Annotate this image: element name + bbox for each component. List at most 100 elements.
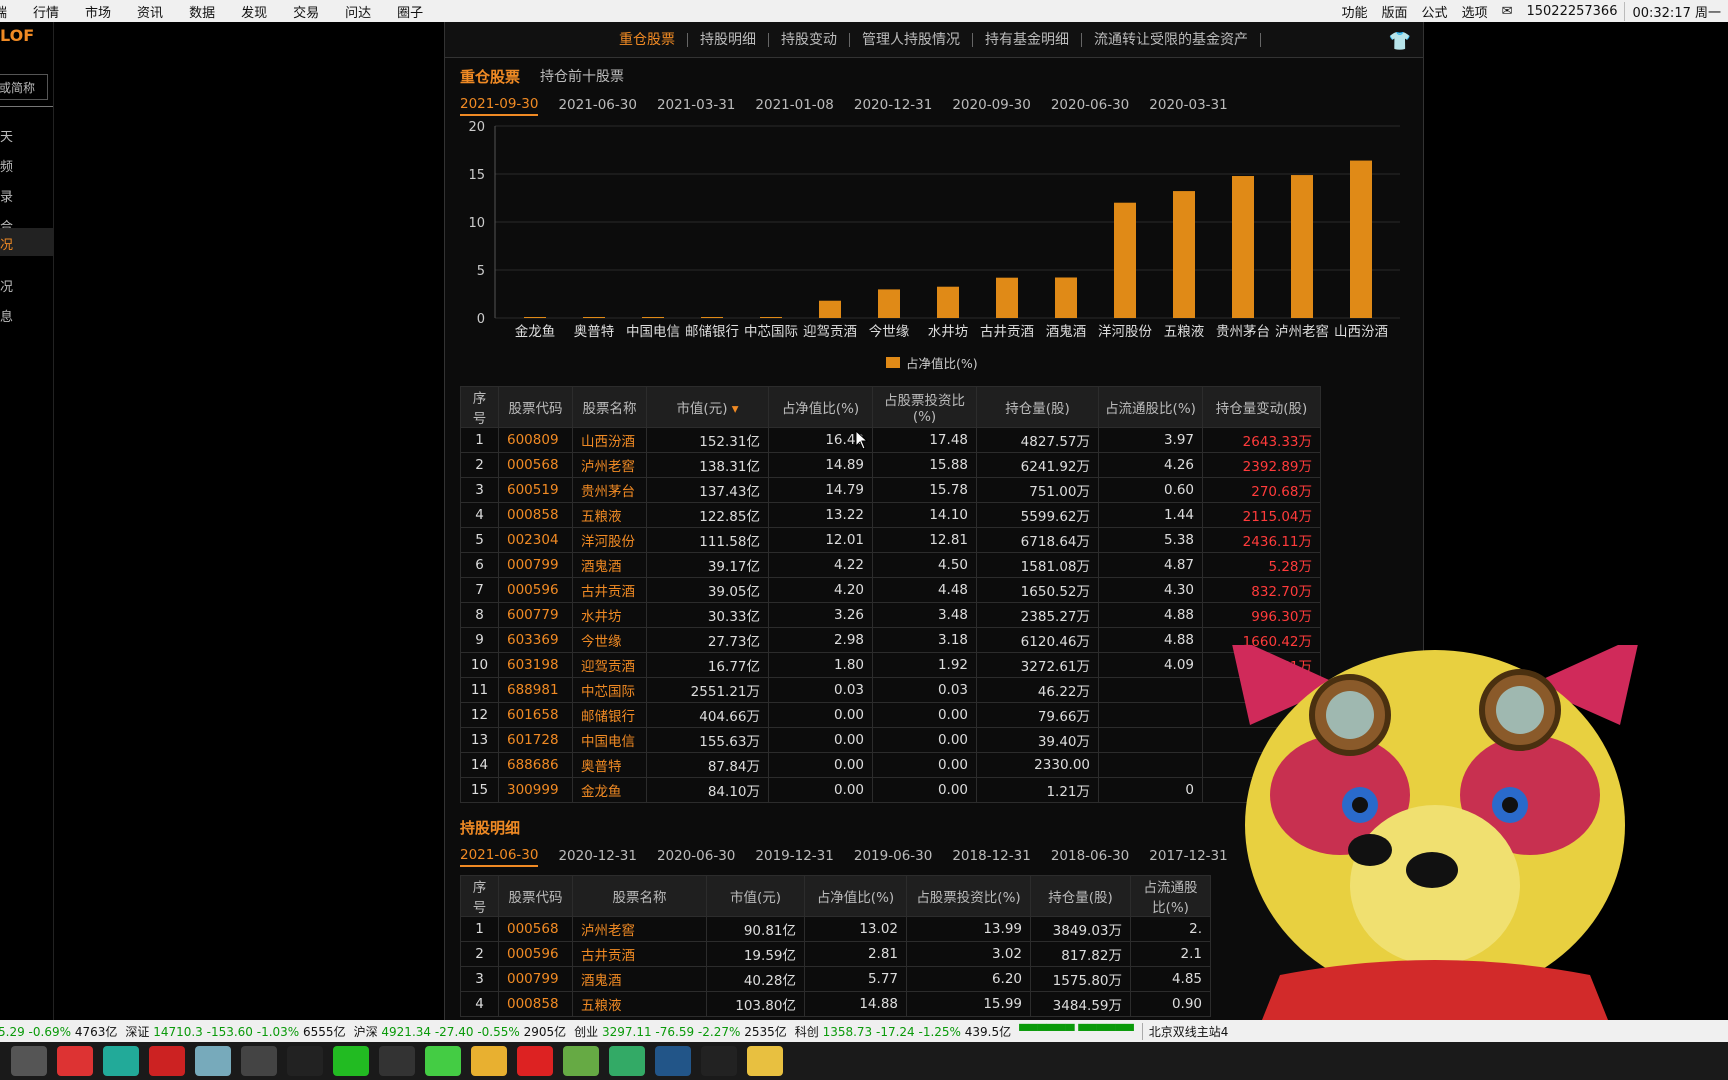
table-cell[interactable]: 000596 [498,941,573,967]
menu-item-trade[interactable]: 交易 [280,2,332,21]
search-input[interactable]: 或简称 [0,74,48,100]
table-cell[interactable]: 688686 [498,752,573,778]
table-row[interactable]: 2 000596 古井贡酒 19.59亿 2.81 3.02 817.82万 2.1 [460,941,1211,967]
tab-holding-changes[interactable]: 持股变动 [769,32,850,47]
column-header[interactable]: 市值(元) ▾ [646,386,769,428]
sort-desc-icon[interactable]: ▾ [727,401,739,417]
top-date-tab[interactable]: 2021-01-08 [755,97,833,115]
index-quote[interactable]: 沪深 4921.34 -27.40 -0.55% 2905亿 [354,1023,567,1040]
table-cell[interactable]: 000568 [498,452,573,478]
menu-item-quotes[interactable]: 行情 [20,2,72,21]
capcut-icon[interactable] [287,1046,323,1076]
nav-item-3[interactable]: 录 [0,180,53,208]
table-cell[interactable]: 古井贡酒 [572,577,647,603]
camera-icon[interactable] [655,1046,691,1076]
table-cell[interactable]: 邮储银行 [572,702,647,728]
menu-item-circle[interactable]: 圈子 [384,2,436,21]
wps-icon[interactable] [517,1046,553,1076]
top-date-tab[interactable]: 2020-09-30 [952,97,1030,115]
top-date-tab[interactable]: 2020-12-31 [854,97,932,115]
table-cell[interactable]: 688981 [498,677,573,703]
table-cell[interactable]: 601728 [498,727,573,753]
section-subtitle[interactable]: 持仓前十股票 [540,66,624,86]
menu-layout[interactable]: 版面 [1375,2,1415,21]
nav-item-1[interactable]: 天 [0,120,53,148]
mail-icon[interactable]: ✉ [1495,4,1520,19]
table-row[interactable]: 5 002304 洋河股份 111.58亿 12.01 12.81 6718.64万 5.38… [460,527,1321,553]
nav-item-6[interactable]: 况 [0,270,53,298]
menu-item-ask[interactable]: 问达 [332,2,384,21]
menu-function[interactable]: 功能 [1335,2,1375,21]
chart-bar[interactable] [583,317,605,318]
top-date-tab[interactable]: 2020-03-31 [1149,97,1227,115]
chart-bar[interactable] [1055,277,1077,318]
column-header[interactable]: 持仓量变动(股) [1202,386,1321,428]
table-cell[interactable]: 600519 [498,477,573,503]
column-header[interactable]: 股票代码 [498,386,573,428]
top-date-tab[interactable]: 2020-06-30 [1051,97,1129,115]
explorer-icon[interactable] [471,1046,507,1076]
column-header[interactable]: 占股票投资比(%) [906,875,1031,917]
column-header[interactable]: 占流通股比(%) [1130,875,1211,917]
column-header[interactable]: 市值(元) [706,875,805,917]
index-quote[interactable]: 创业 3297.11 -76.59 -2.27% 2535亿 [574,1023,787,1040]
table-row[interactable]: 2 000568 泸州老窖 138.31亿 14.89 15.88 6241.92万 4.26… [460,452,1321,478]
table-row[interactable]: 3 000799 酒鬼酒 40.28亿 5.77 6.20 1575.80万 4.85 [460,966,1211,992]
table-cell[interactable]: 中芯国际 [572,677,647,703]
table-cell[interactable]: 奥普特 [572,752,647,778]
qq-icon[interactable] [379,1046,415,1076]
wechat-icon[interactable] [333,1046,369,1076]
table-row[interactable]: 10603198迎驾贡酒16.77亿1.801.923272.61万4.0932… [460,652,1321,678]
tab-restricted-assets[interactable]: 流通转让受限的基金资产 [1082,32,1261,47]
table-cell[interactable]: 贵州茅台 [572,477,647,503]
bottom-date-tab[interactable]: 2018-12-31 [952,848,1030,866]
tab-holding-details[interactable]: 持股明细 [688,32,769,47]
obs-icon[interactable] [241,1046,277,1076]
chart-bar[interactable] [878,289,900,318]
bottom-date-tab[interactable]: 2018-06-30 [1051,848,1129,866]
table-cell[interactable]: 五粮液 [572,502,647,528]
bottom-date-tab[interactable]: 2020-06-30 [657,848,735,866]
table-row[interactable]: 14 688686 奥普特 87.84万 0.00 0.00 2330.00 [460,752,1321,778]
column-header[interactable]: 占流通股比(%) [1098,386,1203,428]
game-icon[interactable] [563,1046,599,1076]
skin-icon[interactable]: 👕 [1389,31,1411,52]
menu-item-market[interactable]: 市场 [72,2,124,21]
table-row[interactable]: 9 603369 今世缘 27.73亿 2.98 3.18 6120.46万 4.88 1660… [460,627,1321,653]
table-row[interactable]: 12 601658 邮储银行 404.66万 0.00 0.00 79.66万 [460,702,1321,728]
table-row[interactable]: 3 600519 贵州茅台 137.43亿 14.79 15.78 751.00万 0.60 2… [460,477,1321,503]
tab-manager-holdings[interactable]: 管理人持股情况 [850,32,973,47]
mindmaster-icon[interactable] [103,1046,139,1076]
menu-item-news[interactable]: 资讯 [124,2,176,21]
chart-bar[interactable] [996,277,1018,318]
index-quote[interactable]: 科创 1358.73 -17.24 -1.25% 439.5亿 [795,1023,1011,1040]
column-header[interactable]: 股票名称 [572,386,647,428]
table-cell[interactable]: 000596 [498,577,573,603]
column-header[interactable]: 持仓量(股) [976,386,1099,428]
tab-fund-holders[interactable]: 持有基金明细 [973,32,1082,47]
chart-bar[interactable] [760,317,782,318]
chart-bar[interactable] [642,317,664,318]
column-header[interactable]: 占净值比(%) [804,875,907,917]
table-cell[interactable]: 000568 [498,916,573,942]
table-cell[interactable]: 002304 [498,527,573,553]
table-row[interactable]: 1 000568 泸州老窖 90.81亿 13.02 13.99 3849.03万 2. [460,916,1211,942]
chart-bar[interactable] [1173,191,1195,318]
table-row[interactable]: 4 000858 五粮液 103.80亿 14.88 15.99 3484.59万 0.90 [460,991,1211,1017]
chart-bar[interactable] [701,317,723,318]
nav-item-2[interactable]: 频 [0,150,53,178]
table-row[interactable]: 1 600809 山西汾酒 152.31亿 16.40 17.48 4827.57万 3.97… [460,427,1321,453]
table-cell[interactable]: 000799 [498,552,573,578]
menu-formula[interactable]: 公式 [1415,2,1455,21]
table-cell[interactable]: 泸州老窖 [572,916,707,942]
table-cell[interactable]: 600779 [498,602,573,628]
table-row[interactable]: 15 300999 金龙鱼 84.10万 0.00 0.00 1.21万 0 [460,777,1321,803]
security-icon[interactable] [609,1046,645,1076]
table-cell[interactable]: 古井贡酒 [572,941,707,967]
table-cell[interactable]: 603198 [498,652,573,678]
table-row[interactable]: 11 688981 中芯国际 2551.21万 0.03 0.03 46.22万 [460,677,1321,703]
chart-bar[interactable] [524,317,546,318]
bottom-date-tab[interactable]: 2017-12-31 [1149,848,1227,866]
menu-item-data[interactable]: 数据 [176,2,228,21]
table-cell[interactable]: 山西汾酒 [572,427,647,453]
